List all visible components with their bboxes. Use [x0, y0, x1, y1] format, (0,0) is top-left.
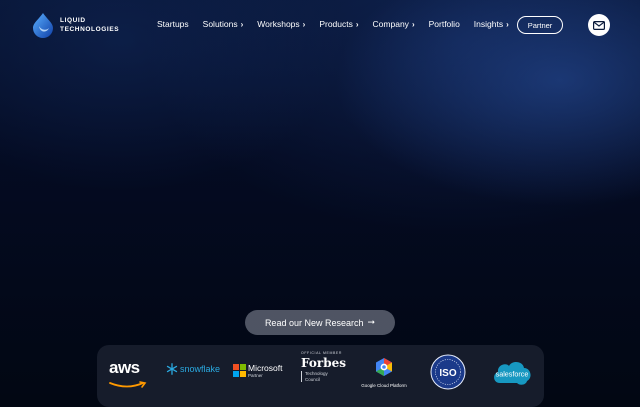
google-cloud-wordmark: Google Cloud Platform: [361, 383, 407, 388]
snowflake-wordmark: snowflake: [180, 364, 221, 374]
salesforce-logo: salesforce: [490, 357, 534, 392]
nav-label: Solutions: [202, 19, 238, 29]
liquid-drop-logo-icon: [33, 13, 53, 38]
arrow-right-icon: ➞: [367, 317, 376, 327]
nav-item-company[interactable]: Company ›: [373, 19, 415, 29]
brand-name-line1: LIQUID: [60, 17, 86, 24]
contact-mail-button[interactable]: [588, 14, 610, 36]
nav-item-portfolio[interactable]: Portfolio: [429, 19, 460, 29]
nav-item-startups[interactable]: Startups: [157, 19, 189, 29]
partner-logos-bar: aws snowflake Microsoft Partner OFFICIAL…: [97, 345, 544, 407]
forbes-sub-line2: Council: [305, 376, 321, 382]
site-header: LIQUID TECHNOLOGIES Startups Solutions ›…: [0, 0, 640, 52]
forbes-wordmark: Forbes: [301, 356, 346, 370]
salesforce-cloud-icon: salesforce: [494, 362, 531, 385]
aws-smile-icon: [109, 381, 147, 388]
nav-label: Products: [319, 19, 353, 29]
forbes-council-label: Technology Council: [301, 371, 346, 382]
nav-item-workshops[interactable]: Workshops ›: [257, 19, 305, 29]
nav-item-products[interactable]: Products ›: [319, 19, 358, 29]
google-cloud-hexagon-icon: [376, 358, 392, 376]
brand-name-line2: TECHNOLOGIES: [60, 26, 120, 33]
iso-label: ISO: [439, 368, 456, 379]
salesforce-wordmark: salesforce: [496, 370, 529, 379]
iso-badge-icon: ISO: [430, 354, 466, 390]
hero-background: [0, 0, 640, 400]
nav-label: Insights: [473, 19, 504, 29]
nav-item-solutions[interactable]: Solutions ›: [203, 19, 244, 29]
brand-logo[interactable]: LIQUID TECHNOLOGIES: [30, 12, 119, 38]
nav-item-insights[interactable]: Insights ›: [474, 19, 509, 29]
microsoft-partner-logo: Microsoft Partner: [233, 364, 282, 379]
chevron-right-icon: ›: [506, 19, 509, 29]
chevron-right-icon: ›: [240, 19, 244, 29]
read-research-button[interactable]: Read our New Research ➞: [245, 310, 395, 335]
chevron-right-icon: ›: [302, 19, 306, 29]
aws-wordmark: aws: [109, 358, 140, 377]
microsoft-partner-label: Partner: [248, 373, 263, 378]
nav-label: Startups: [157, 19, 189, 29]
main-nav: Startups Solutions › Workshops › Product…: [157, 19, 523, 29]
snowflake-logo: snowflake: [166, 363, 220, 375]
iso-certification-badge: ISO: [430, 354, 466, 395]
forbes-council-logo: OFFICIAL MEMBER Forbes Technology Counci…: [301, 351, 346, 382]
microsoft-wordmark: Microsoft: [248, 363, 283, 373]
partner-button[interactable]: Partner: [517, 16, 563, 34]
chevron-right-icon: ›: [355, 19, 359, 29]
brand-name: LIQUID TECHNOLOGIES: [60, 16, 119, 34]
aws-logo: aws: [109, 359, 149, 394]
nav-label: Portfolio: [428, 19, 460, 29]
envelope-icon: [593, 20, 605, 30]
microsoft-windows-icon: [233, 364, 246, 377]
snowflake-icon: [166, 363, 178, 375]
nav-label: Company: [372, 19, 409, 29]
chevron-right-icon: ›: [411, 19, 415, 29]
google-cloud-logo: Google Cloud Platform: [359, 357, 409, 388]
nav-label: Workshops: [257, 19, 300, 29]
cta-label: Read our New Research: [264, 317, 364, 328]
